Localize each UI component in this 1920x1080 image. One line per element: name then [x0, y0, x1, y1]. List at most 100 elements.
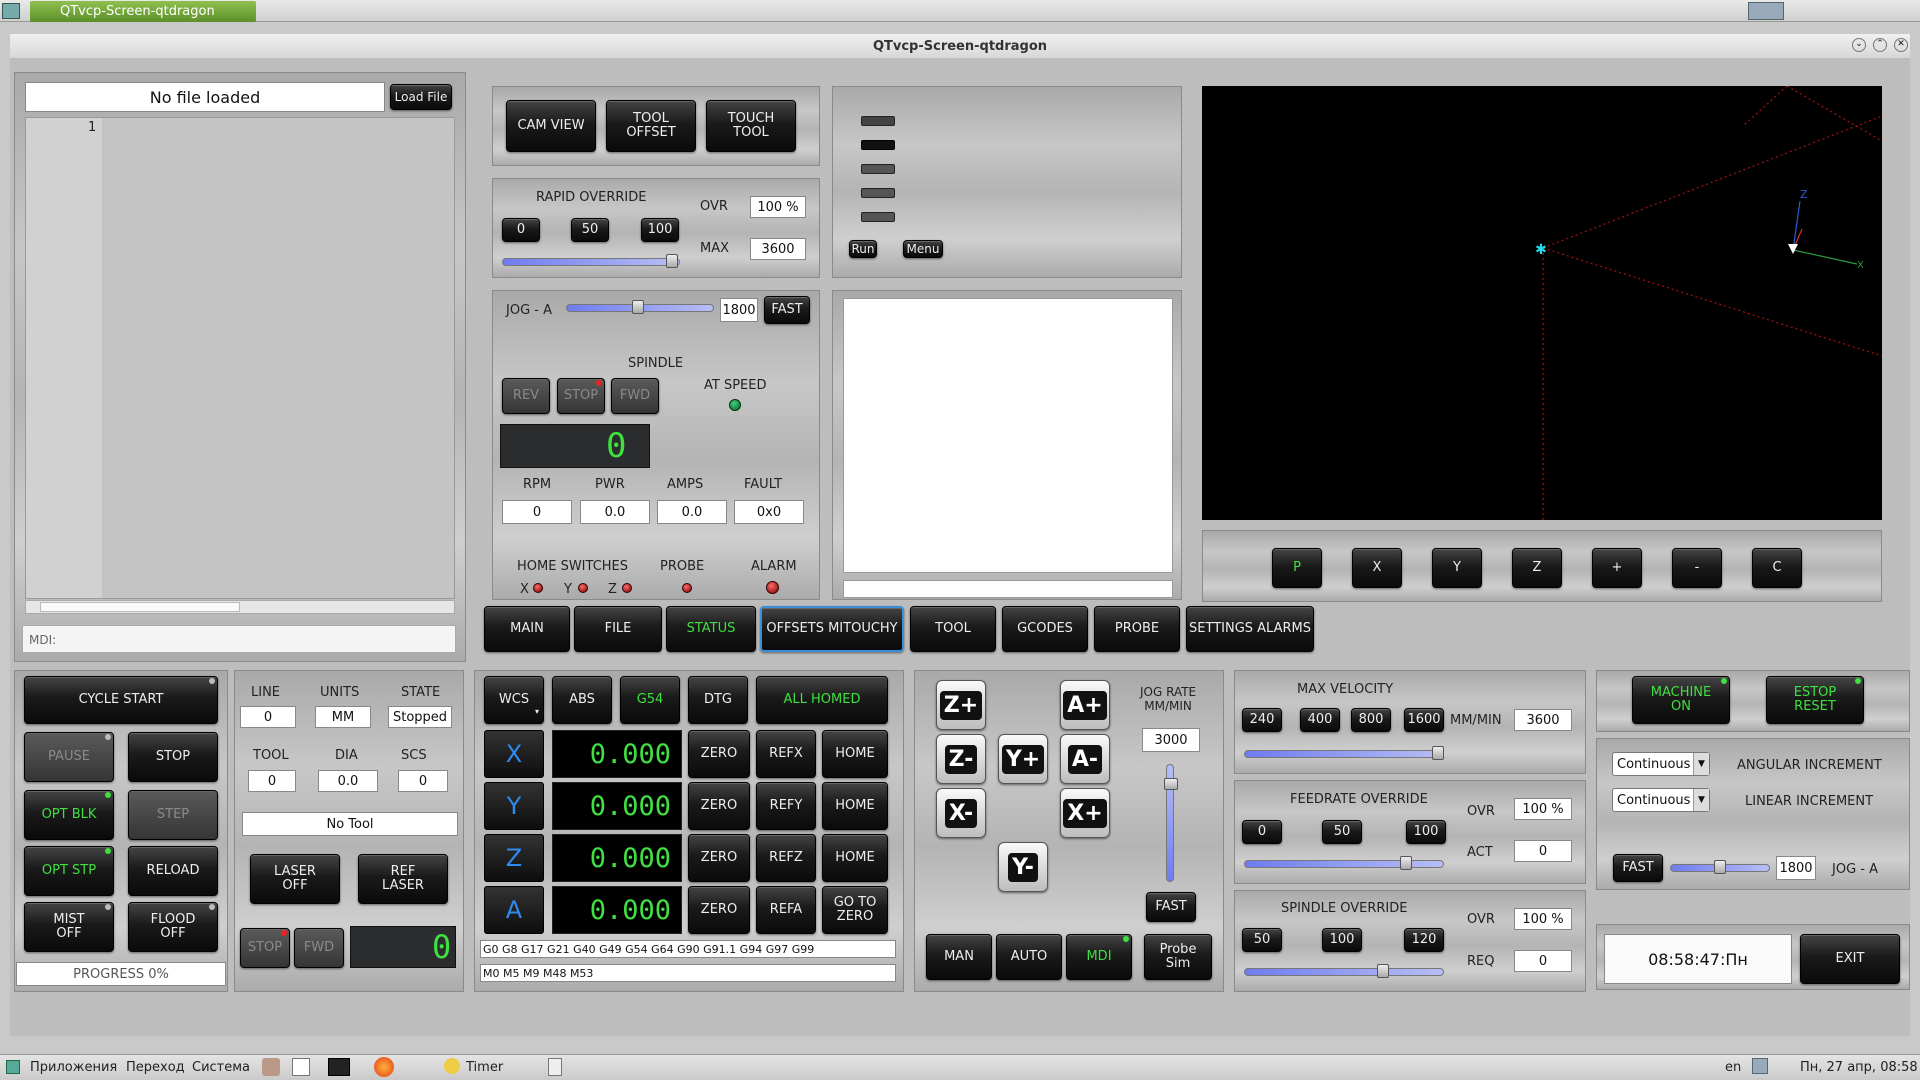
ref-z-button[interactable]: REFZ [756, 834, 816, 882]
firefox-icon[interactable] [374, 1057, 394, 1077]
dtg-button[interactable]: DTG [688, 676, 748, 724]
angular-increment-combo[interactable]: Continuous ▼ [1612, 752, 1710, 776]
view-x-button[interactable]: X [1352, 548, 1402, 588]
spindle-rev-button[interactable]: REV [502, 378, 550, 414]
step-button[interactable]: STEP [128, 790, 218, 840]
rapid-override-thumb[interactable] [666, 254, 678, 268]
mdi-mode-button[interactable]: MDI [1066, 934, 1132, 980]
x-plus-button[interactable]: X+ [1060, 788, 1110, 838]
zero-x-button[interactable]: ZERO [688, 730, 750, 778]
ref-y-button[interactable]: REFY [756, 782, 816, 830]
touch-tool-button[interactable]: TOUCH TOOL [706, 100, 796, 152]
home-x-button[interactable]: HOME [822, 730, 888, 778]
axis-x-button[interactable]: X [484, 730, 544, 778]
system-menu[interactable]: Система [192, 1060, 250, 1075]
auto-mode-button[interactable]: AUTO [996, 934, 1062, 980]
machine-on-button[interactable]: MACHINE ON [1632, 676, 1730, 724]
spindle-fwd-button[interactable]: FWD [611, 378, 659, 414]
z-plus-button[interactable]: Z+ [936, 680, 986, 730]
a-minus-button[interactable]: A- [1060, 734, 1110, 784]
view-p-button[interactable]: P [1272, 548, 1322, 588]
jog-fast-button[interactable]: FAST [764, 296, 810, 324]
tab-gcodes[interactable]: GCODES [1002, 606, 1088, 652]
spindle-fwd-small-button[interactable]: FWD [294, 928, 344, 968]
tab-status[interactable]: STATUS [666, 606, 756, 652]
feed-100-button[interactable]: 100 [1406, 820, 1446, 844]
cam-view-button[interactable]: CAM VIEW [506, 100, 596, 152]
feedrate-slider[interactable] [1244, 860, 1444, 868]
linear-increment-combo[interactable]: Continuous ▼ [1612, 788, 1710, 812]
macro-icon-2[interactable] [861, 140, 895, 150]
language-indicator[interactable]: en [1725, 1060, 1741, 1075]
rapid-50-button[interactable]: 50 [571, 218, 609, 242]
jog-rate-thumb[interactable] [1164, 778, 1178, 790]
probe-sim-button[interactable]: Probe Sim [1144, 934, 1212, 980]
feed-50-button[interactable]: 50 [1322, 820, 1362, 844]
jog-fast-bottom-button[interactable]: FAST [1613, 854, 1663, 882]
stop-button[interactable]: STOP [128, 732, 218, 782]
spindle-stop-small-button[interactable]: STOP [240, 928, 290, 968]
g54-button[interactable]: G54 [620, 676, 680, 724]
feedrate-thumb[interactable] [1400, 856, 1412, 870]
applications-menu[interactable]: Приложения [30, 1060, 117, 1075]
flood-button[interactable]: FLOOD OFF [128, 902, 218, 952]
velocity-slider[interactable] [1244, 750, 1444, 758]
window-item-icon[interactable] [548, 1058, 562, 1076]
laser-off-button[interactable]: LASER OFF [250, 854, 340, 904]
rapid-override-slider[interactable] [502, 258, 680, 266]
reload-button[interactable]: RELOAD [128, 846, 218, 896]
macro-run-button[interactable]: Run [849, 240, 877, 258]
macro-menu-button[interactable]: Menu [903, 240, 943, 258]
view-z-button[interactable]: Z [1512, 548, 1562, 588]
z-minus-button[interactable]: Z- [936, 734, 986, 784]
jog-a-bottom-thumb[interactable] [1714, 860, 1726, 874]
wcs-button[interactable]: WCS ▾ [484, 676, 544, 724]
jog-a-thumb[interactable] [632, 300, 644, 314]
timer-label[interactable]: Timer [466, 1060, 503, 1075]
velocity-thumb[interactable] [1432, 746, 1444, 760]
view-y-button[interactable]: Y [1432, 548, 1482, 588]
h-scrollbar-thumb[interactable] [40, 602, 240, 612]
opt-blk-button[interactable]: OPT BLK [24, 790, 114, 840]
home-y-button[interactable]: HOME [822, 782, 888, 830]
velocity-1600-button[interactable]: 1600 [1404, 708, 1444, 732]
zero-z-button[interactable]: ZERO [688, 834, 750, 882]
velocity-800-button[interactable]: 800 [1351, 708, 1391, 732]
tab-probe[interactable]: PROBE [1094, 606, 1180, 652]
macro-icon-5[interactable] [861, 212, 895, 222]
workspace-icon[interactable] [1748, 2, 1784, 20]
desktop-icon[interactable] [6, 1060, 20, 1074]
tab-tool[interactable]: TOOL [910, 606, 996, 652]
close-icon[interactable]: ✕ [1894, 38, 1908, 52]
spindle-100-button[interactable]: 100 [1322, 928, 1362, 952]
velocity-240-button[interactable]: 240 [1242, 708, 1282, 732]
spindle-override-slider[interactable] [1244, 968, 1444, 976]
jog-rate-fast-button[interactable]: FAST [1146, 892, 1196, 922]
taskbar-clock[interactable]: Пн, 27 апр, 08:58 [1800, 1060, 1918, 1075]
spindle-120-button[interactable]: 120 [1404, 928, 1444, 952]
axis-a-button[interactable]: A [484, 886, 544, 934]
maximize-icon[interactable]: ⌃ [1873, 38, 1887, 52]
home-a-button[interactable]: GO TO ZERO [822, 886, 888, 934]
macro-icon-1[interactable] [861, 116, 895, 126]
macro-icon-4[interactable] [861, 188, 895, 198]
zoom-out-button[interactable]: - [1672, 548, 1722, 588]
y-minus-button[interactable]: Y- [998, 842, 1048, 892]
estop-reset-button[interactable]: ESTOP RESET [1766, 676, 1864, 724]
y-plus-button[interactable]: Y+ [998, 734, 1048, 784]
feed-0-button[interactable]: 0 [1242, 820, 1282, 844]
axis-y-button[interactable]: Y [484, 782, 544, 830]
exit-button[interactable]: EXIT [1800, 934, 1900, 984]
window-list-button[interactable]: QTvcp-Screen-qtdragon [30, 1, 256, 22]
tab-file[interactable]: FILE [574, 606, 662, 652]
cycle-start-button[interactable]: CYCLE START [24, 676, 218, 724]
tools-icon[interactable] [262, 1058, 280, 1076]
mdi-input[interactable]: MDI: [22, 625, 456, 653]
ref-x-button[interactable]: REFX [756, 730, 816, 778]
minimize-icon[interactable]: ⌄ [1852, 38, 1866, 52]
man-mode-button[interactable]: MAN [926, 934, 992, 980]
load-file-button[interactable]: Load File [390, 84, 452, 110]
abs-button[interactable]: ABS [552, 676, 612, 724]
terminal-icon[interactable] [328, 1058, 350, 1076]
all-homed-button[interactable]: ALL HOMED [756, 676, 888, 724]
